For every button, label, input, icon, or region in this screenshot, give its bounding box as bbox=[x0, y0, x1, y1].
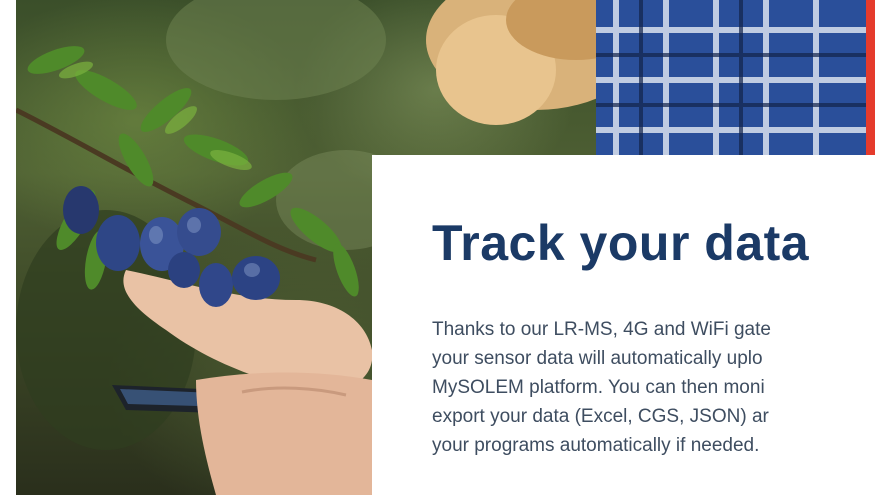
section-title: Track your data bbox=[432, 215, 810, 271]
description-line: your programs automatically if needed. bbox=[432, 435, 760, 456]
accent-bar bbox=[866, 0, 875, 155]
content-card: Track your data Thanks to our LR-MS, 4G … bbox=[372, 155, 875, 495]
description-line: Thanks to our LR-MS, 4G and WiFi gate bbox=[432, 319, 771, 340]
section-description: Thanks to our LR-MS, 4G and WiFi gate yo… bbox=[432, 315, 875, 460]
description-line: export your data (Excel, CGS, JSON) ar bbox=[432, 406, 769, 427]
description-line: your sensor data will automatically uplo bbox=[432, 348, 763, 369]
description-line: MySOLEM platform. You can then moni bbox=[432, 377, 765, 398]
page: Track your data Thanks to our LR-MS, 4G … bbox=[0, 0, 875, 495]
